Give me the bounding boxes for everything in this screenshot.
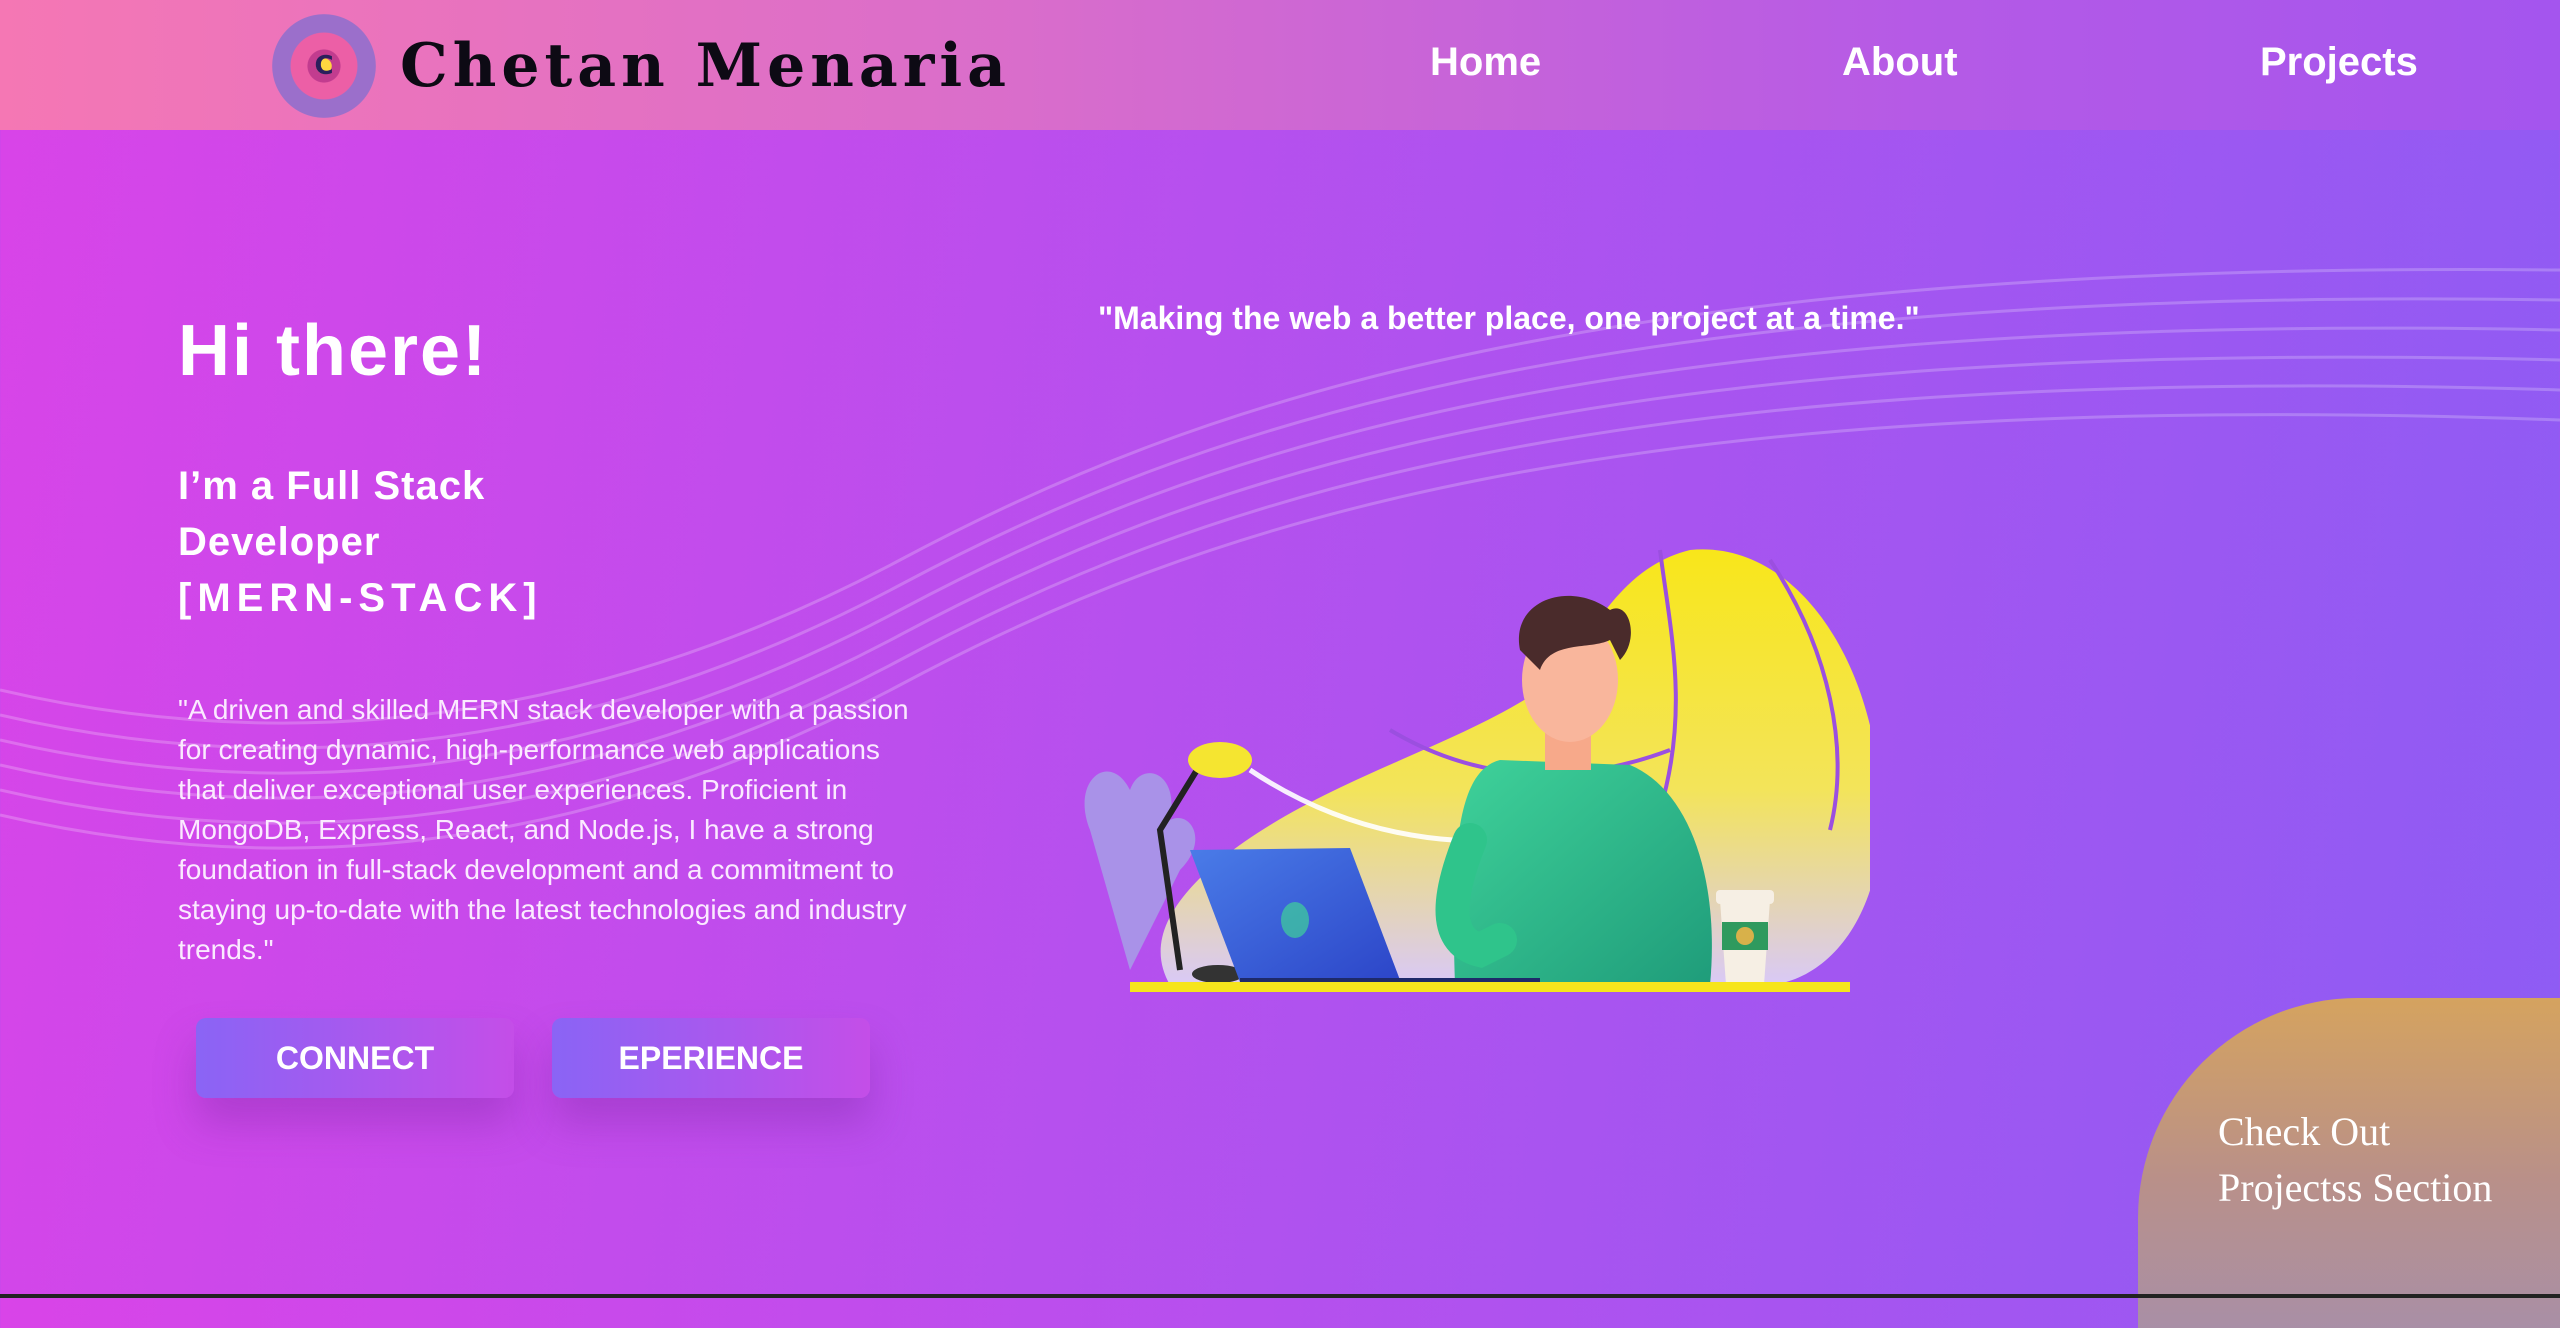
page-bottom-border: [0, 1294, 2560, 1298]
cta-line-1: Check Out: [2218, 1109, 2391, 1154]
tagline-quote: "Making the web a better place, one proj…: [1098, 300, 1920, 336]
nav-about[interactable]: About: [1842, 34, 1958, 90]
cta-line-2: Projectss Section: [2218, 1165, 2493, 1210]
logo-icon[interactable]: C: [272, 14, 376, 118]
brand-title[interactable]: Chetan Menaria: [400, 26, 1011, 106]
greeting-heading: Hi there!: [178, 311, 489, 391]
nav-projects[interactable]: Projects: [2260, 34, 2418, 90]
about-description: "A driven and skilled MERN stack develop…: [178, 694, 909, 965]
role-heading: I’m a Full Stack Developer [MERN-STACK]: [178, 458, 543, 626]
role-line-1: I’m a Full Stack: [178, 464, 486, 508]
role-line-2: Developer: [178, 520, 381, 564]
projects-cta-text[interactable]: Check Out Projectss Section: [2218, 1104, 2538, 1216]
connect-button[interactable]: CONNECT: [196, 1018, 514, 1098]
role-line-3: [MERN-STACK]: [178, 576, 543, 620]
developer-illustration: [1084, 549, 1870, 992]
nav-home[interactable]: Home: [1430, 34, 1541, 90]
experience-button[interactable]: EPERIENCE: [552, 1018, 870, 1098]
logo-letter: C: [314, 51, 334, 81]
navbar: C Chetan Menaria Home About Projects: [0, 0, 2560, 130]
